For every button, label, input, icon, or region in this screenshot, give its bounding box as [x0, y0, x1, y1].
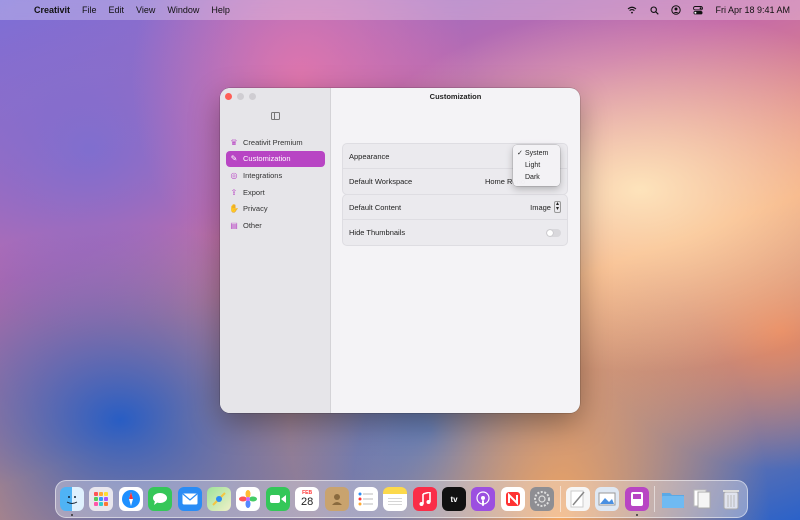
- option-label: Dark: [525, 173, 540, 181]
- option-label: Light: [525, 161, 541, 169]
- trash-icon[interactable]: [719, 487, 743, 511]
- sidebar-item-integrations[interactable]: ◎ Integrations: [226, 167, 325, 183]
- window-title: Customization: [429, 92, 482, 101]
- mail-icon[interactable]: [177, 487, 202, 511]
- preview-icon[interactable]: [595, 487, 620, 511]
- sidebar-item-customization[interactable]: ✎ Customization: [226, 150, 325, 167]
- export-icon: ⇪: [230, 187, 238, 197]
- window-controls: [225, 93, 256, 100]
- textedit-icon[interactable]: [566, 487, 591, 511]
- hide-thumbnails-toggle[interactable]: [546, 228, 561, 237]
- user-account-icon[interactable]: [671, 5, 682, 15]
- photos-icon[interactable]: [236, 487, 261, 511]
- safari-icon[interactable]: [118, 487, 143, 511]
- dock-separator: [559, 486, 561, 512]
- default-content-value: Image: [530, 202, 551, 212]
- sidebar-toggle-icon[interactable]: [271, 112, 280, 120]
- reminders-icon[interactable]: [353, 487, 378, 511]
- menu-view[interactable]: View: [136, 5, 155, 15]
- link-icon: ◎: [230, 170, 238, 180]
- control-center-icon[interactable]: [693, 5, 704, 15]
- contacts-icon[interactable]: [324, 487, 349, 511]
- sidebar-item-label: Integrations: [243, 170, 283, 180]
- close-button[interactable]: [225, 93, 232, 100]
- settings-window: ♛ Creativit Premium ✎ Customization ◎ In…: [220, 88, 580, 413]
- sidebar-item-other[interactable]: ▤ Other: [226, 217, 325, 233]
- running-indicator: [635, 514, 638, 516]
- default-content-row: Default Content Image ▴ ▾: [343, 195, 567, 220]
- finder-icon[interactable]: [60, 487, 84, 516]
- sidebar-item-label: Other: [243, 220, 262, 230]
- app-menu[interactable]: Creativit: [34, 5, 70, 15]
- menu-bar: Creativit File Edit View Window Help Fri…: [0, 0, 800, 20]
- sidebar-item-export[interactable]: ⇪ Export: [226, 184, 325, 200]
- wifi-icon[interactable]: [627, 5, 637, 15]
- appearance-option-light[interactable]: Light: [513, 159, 560, 171]
- crown-icon: ♛: [230, 137, 238, 147]
- dock: FEB 28 tv: [55, 480, 748, 518]
- folder-icon[interactable]: [661, 487, 685, 511]
- brush-icon: ✎: [230, 154, 238, 164]
- clock[interactable]: Fri Apr 18 9:41 AM: [715, 5, 790, 15]
- option-label: System: [525, 149, 549, 157]
- podcasts-icon[interactable]: [471, 487, 496, 511]
- zoom-button[interactable]: [249, 93, 256, 100]
- music-icon[interactable]: [412, 487, 437, 511]
- sidebar-item-label: Export: [243, 187, 265, 197]
- apple-tv-label: tv: [450, 494, 458, 504]
- checkmark-icon: ✓: [517, 150, 523, 157]
- facetime-icon[interactable]: [265, 487, 290, 511]
- minimize-button[interactable]: [237, 93, 244, 100]
- apple-tv-icon[interactable]: tv: [442, 487, 467, 511]
- sidebar-item-label: Creativit Premium: [243, 137, 303, 147]
- calendar-day: 28: [301, 496, 314, 508]
- appearance-label: Appearance: [349, 151, 390, 161]
- running-indicator: [71, 514, 73, 516]
- messages-icon[interactable]: [148, 487, 173, 511]
- hand-icon: ✋: [229, 204, 239, 214]
- menu-help[interactable]: Help: [211, 5, 230, 15]
- notes-icon[interactable]: [383, 487, 408, 511]
- documents-stack-icon[interactable]: [690, 487, 714, 511]
- sidebar: ♛ Creativit Premium ✎ Customization ◎ In…: [220, 88, 331, 413]
- dock-separator: [654, 486, 656, 512]
- sidebar-list: ♛ Creativit Premium ✎ Customization ◎ In…: [226, 134, 325, 234]
- sidebar-item-privacy[interactable]: ✋ Privacy: [226, 201, 325, 217]
- default-content-label: Default Content: [349, 202, 402, 212]
- menu-window[interactable]: Window: [167, 5, 199, 15]
- news-icon[interactable]: [500, 487, 525, 511]
- sidebar-item-creativit-premium[interactable]: ♛ Creativit Premium: [226, 134, 325, 150]
- default-workspace-label: Default Workspace: [349, 177, 413, 186]
- calendar-icon[interactable]: FEB 28: [295, 487, 320, 511]
- document-icon: ▤: [230, 220, 238, 230]
- maps-icon[interactable]: [206, 487, 231, 511]
- menu-edit[interactable]: Edit: [109, 5, 125, 15]
- hide-thumbnails-row: Hide Thumbnails: [343, 220, 567, 245]
- appearance-option-dark[interactable]: Dark: [513, 171, 560, 183]
- system-settings-icon[interactable]: [530, 487, 555, 511]
- sidebar-item-label: Customization: [243, 154, 291, 164]
- sidebar-item-label: Privacy: [243, 204, 268, 214]
- chevron-updown-icon: ▴ ▾: [553, 201, 561, 213]
- search-icon[interactable]: [649, 5, 659, 15]
- appearance-option-system[interactable]: ✓ System: [513, 147, 560, 159]
- hide-thumbnails-label: Hide Thumbnails: [349, 228, 406, 237]
- menu-file[interactable]: File: [82, 5, 97, 15]
- default-content-select[interactable]: Image ▴ ▾: [530, 201, 561, 213]
- launchpad-icon[interactable]: [89, 487, 114, 511]
- appearance-dropdown-menu: ✓ System Light Dark: [513, 145, 560, 186]
- creativit-app-icon[interactable]: [624, 487, 649, 516]
- settings-group-content: Default Content Image ▴ ▾ Hide Thumbnails: [342, 194, 568, 246]
